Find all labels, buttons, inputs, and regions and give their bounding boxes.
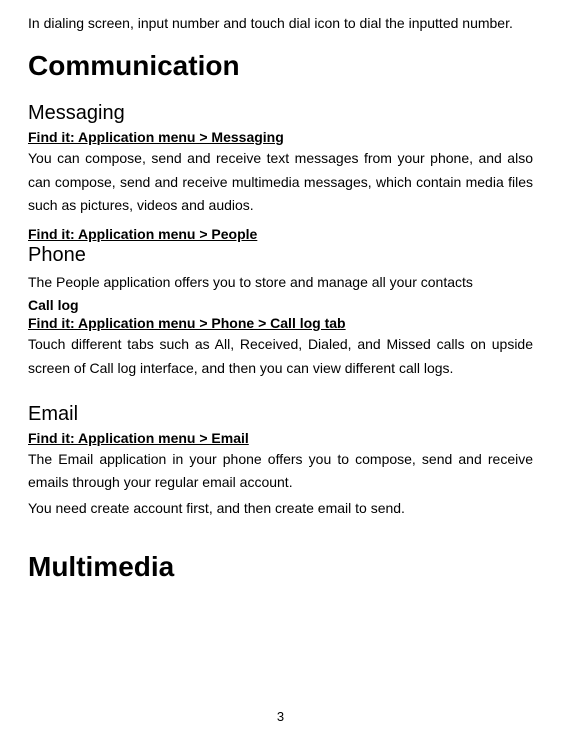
body-call-log: Touch different tabs such as All, Receiv… [28,333,533,381]
page-number: 3 [0,709,561,724]
findit-email: Find it: Application menu > Email [28,430,533,446]
body-people: The People application offers you to sto… [28,271,533,295]
body-email-1: The Email application in your phone offe… [28,448,533,496]
heading-email: Email [28,403,533,426]
findit-people: Find it: Application menu > People [28,226,533,242]
heading-phone: Phone [28,244,533,267]
subhead-call-log: Call log [28,297,533,313]
body-messaging: You can compose, send and receive text m… [28,147,533,218]
heading-multimedia: Multimedia [28,551,533,583]
intro-paragraph: In dialing screen, input number and touc… [28,12,533,36]
findit-messaging: Find it: Application menu > Messaging [28,129,533,145]
heading-communication: Communication [28,50,533,82]
body-email-2: You need create account first, and then … [28,497,533,521]
heading-messaging: Messaging [28,102,533,125]
findit-call-log: Find it: Application menu > Phone > Call… [28,315,533,331]
